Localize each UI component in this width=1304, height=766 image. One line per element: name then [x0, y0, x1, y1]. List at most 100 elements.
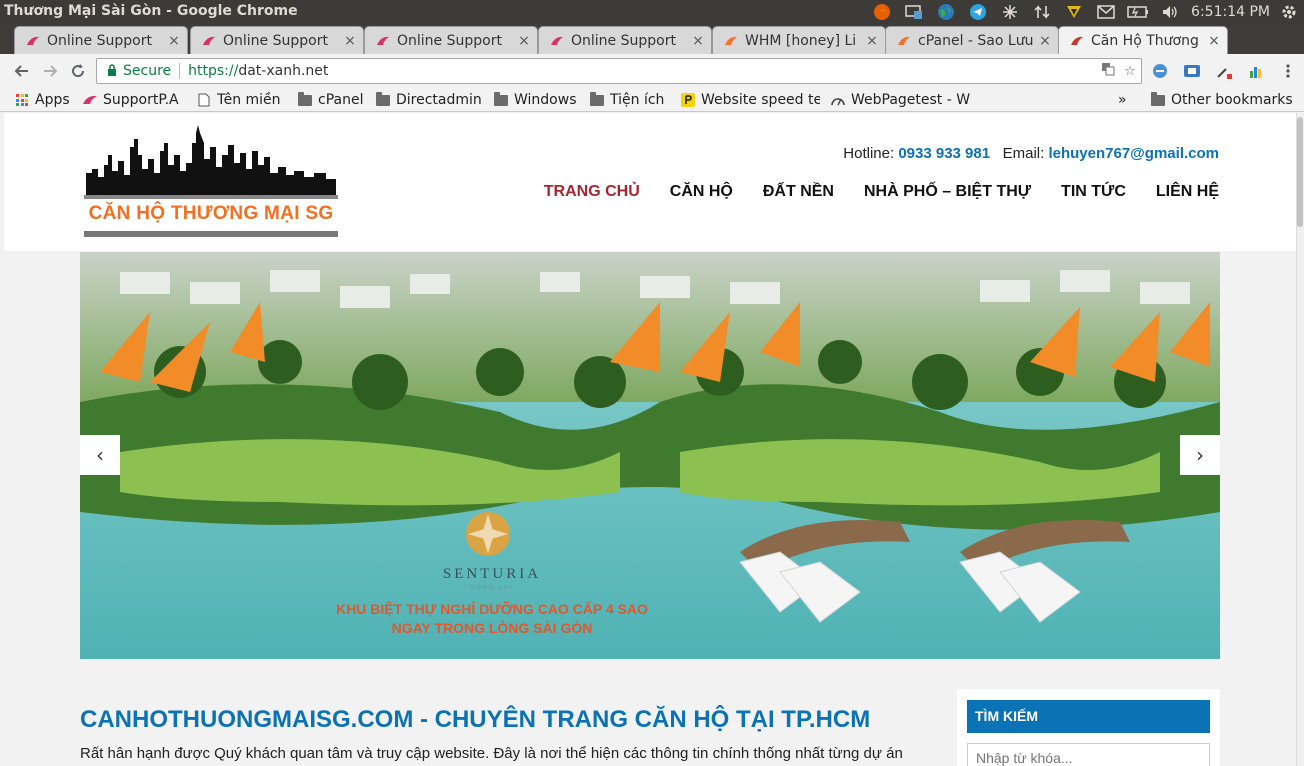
folder-icon: [375, 91, 391, 107]
back-arrow-icon[interactable]: [10, 59, 34, 83]
reload-icon[interactable]: [66, 59, 90, 83]
browser-tab[interactable]: Online Support ×: [364, 26, 538, 54]
site-logo[interactable]: CĂN HỘ THƯƠNG MẠI SG: [82, 125, 340, 241]
bookmark-apps[interactable]: Apps: [14, 90, 70, 110]
lock-icon: [107, 63, 117, 79]
nav-dat-nen[interactable]: ĐẤT NỀN: [763, 183, 834, 201]
bookmark-ten-mien[interactable]: Tên miền: [196, 90, 281, 110]
tab-label: Online Support: [223, 32, 328, 49]
clock[interactable]: 6:51:14 PM: [1191, 4, 1270, 20]
globe-icon[interactable]: [935, 0, 957, 24]
contact-line: Hotline: 0933 933 981 Email: lehuyen767@…: [843, 145, 1219, 162]
tab-label: cPanel - Sao Lưu: [918, 32, 1034, 49]
hotline-label: Hotline:: [843, 145, 895, 162]
close-icon[interactable]: ×: [865, 33, 879, 49]
intro-paragraph: Rất hân hạnh được Quý khách quan tâm và …: [80, 745, 903, 762]
close-icon[interactable]: ×: [517, 33, 531, 49]
nav-can-ho[interactable]: CĂN HỘ: [670, 183, 733, 201]
url-protocol: https://: [188, 63, 239, 79]
speedometer-icon: [830, 93, 846, 107]
close-icon[interactable]: ×: [691, 33, 705, 49]
resort-aerial-image: [80, 252, 1220, 659]
extension-chart-icon[interactable]: [1246, 62, 1266, 80]
browser-tab[interactable]: Online Support ×: [190, 26, 364, 54]
tab-label: Online Support: [571, 32, 676, 49]
browser-tab[interactable]: cPanel - Sao Lưu ×: [885, 26, 1059, 54]
email-link[interactable]: lehuyen767@gmail.com: [1048, 145, 1219, 162]
nav-nha-pho-biet-thu[interactable]: NHÀ PHỐ – BIỆT THỰ: [864, 183, 1031, 201]
bookmark-directadmin[interactable]: Directadmin: [375, 90, 482, 110]
close-icon[interactable]: ×: [167, 33, 181, 49]
bookmark-other[interactable]: Other bookmarks: [1150, 90, 1293, 110]
carousel-prev-button[interactable]: ‹: [80, 435, 120, 475]
apps-grid-icon: [14, 93, 30, 107]
bookmark-label: WebPagetest - W: [851, 92, 970, 108]
document-icon: [196, 93, 212, 107]
site-header: CĂN HỘ THƯƠNG MẠI SG Hotline: 0933 933 9…: [4, 113, 1296, 251]
bookmark-label: cPanel: [318, 92, 364, 108]
browser-tab[interactable]: Online Support ×: [538, 26, 712, 54]
home-icon: [1069, 34, 1085, 48]
volume-icon[interactable]: [1159, 0, 1181, 24]
battery-icon[interactable]: [1127, 0, 1149, 24]
firefox-tray-icon[interactable]: [871, 0, 893, 24]
hotline-number[interactable]: 0933 933 981: [898, 145, 990, 162]
bookmark-windows[interactable]: Windows: [493, 90, 577, 110]
extension-eyedropper-icon[interactable]: [1214, 62, 1234, 80]
supportpa-icon: [375, 34, 391, 48]
screen-monitor-icon[interactable]: [903, 0, 925, 24]
close-icon[interactable]: ×: [343, 33, 357, 49]
forward-arrow-icon[interactable]: [38, 59, 62, 83]
tab-label: Online Support: [397, 32, 502, 49]
bookmark-website-speed[interactable]: Website speed te: [680, 90, 820, 110]
bookmark-label: Directadmin: [396, 92, 482, 108]
bookmark-label: Tên miền: [217, 92, 281, 108]
mail-icon[interactable]: [1095, 0, 1117, 24]
browser-tab[interactable]: Online Support ×: [14, 26, 188, 54]
settings-gear-icon[interactable]: [1278, 0, 1300, 24]
hero-tagline-line-2: NGAY TRONG LÒNG SÀI GÒN: [391, 620, 593, 636]
bookmark-label: Apps: [35, 92, 70, 108]
hero-slider[interactable]: SENTURIA XUAN LAI KHU BIỆT THỰ NGHỈ DƯỠN…: [80, 252, 1220, 659]
page-viewport: CĂN HỘ THƯƠNG MẠI SG Hotline: 0933 933 9…: [0, 113, 1304, 766]
extension-tag-icon[interactable]: [1182, 62, 1202, 80]
logo-underline: [84, 231, 338, 237]
bookmark-supportpa[interactable]: SupportP.A: [82, 90, 179, 110]
close-icon[interactable]: ×: [1038, 33, 1052, 49]
translate-icon[interactable]: [1097, 62, 1119, 80]
address-bar[interactable]: Secure https://dat-xanh.net ☆: [96, 58, 1142, 84]
supportpa-icon: [201, 34, 217, 48]
network-transfer-icon[interactable]: [1031, 0, 1053, 24]
logo-divider: [84, 195, 338, 199]
bookmark-tien-ich[interactable]: Tiện ích: [589, 90, 664, 110]
supportpa-icon: [82, 93, 98, 107]
carousel-next-button[interactable]: ›: [1180, 435, 1220, 475]
folder-icon: [1150, 91, 1166, 107]
bookmark-webpagetest[interactable]: WebPagetest - W: [830, 90, 970, 110]
sync-icon[interactable]: [999, 0, 1021, 24]
hero-brand: SENTURIA: [442, 566, 542, 582]
url-text[interactable]: https://dat-xanh.net: [188, 63, 1097, 79]
secure-label[interactable]: Secure: [123, 63, 171, 79]
telegram-icon[interactable]: [967, 0, 989, 24]
browser-tab[interactable]: Căn Hộ Thương ×: [1058, 26, 1228, 54]
extension-translate-icon[interactable]: [1150, 62, 1170, 80]
browser-tab[interactable]: WHM [honey] Li ×: [712, 26, 886, 54]
scrollbar-thumb[interactable]: [1297, 117, 1303, 227]
page-scrollbar[interactable]: [1296, 113, 1304, 766]
hero-tagline-line-1: KHU BIỆT THỰ NGHỈ DƯỠNG CAO CẤP 4 SAO: [336, 601, 648, 617]
cpanel-icon: [896, 34, 912, 48]
bookmarks-overflow-chevron[interactable]: »: [1118, 90, 1127, 110]
nav-trang-chu[interactable]: TRANG CHỦ: [544, 183, 640, 201]
system-tray: 6:51:14 PM: [861, 0, 1304, 24]
chrome-menu-icon[interactable]: [1278, 62, 1298, 80]
bookmark-cpanel[interactable]: cPanel: [297, 90, 363, 110]
nav-tin-tuc[interactable]: TIN TỨC: [1061, 183, 1126, 201]
bookmark-star-icon[interactable]: ☆: [1119, 64, 1141, 79]
keyboard-layout-icon[interactable]: [1063, 0, 1085, 24]
nav-lien-he[interactable]: LIÊN HỆ: [1156, 183, 1219, 201]
close-icon[interactable]: ×: [1207, 33, 1221, 49]
main-nav: TRANG CHỦ CĂN HỘ ĐẤT NỀN NHÀ PHỐ – BIỆT …: [514, 183, 1219, 201]
bookmark-label: Windows: [514, 92, 577, 108]
search-input[interactable]: [967, 743, 1210, 766]
